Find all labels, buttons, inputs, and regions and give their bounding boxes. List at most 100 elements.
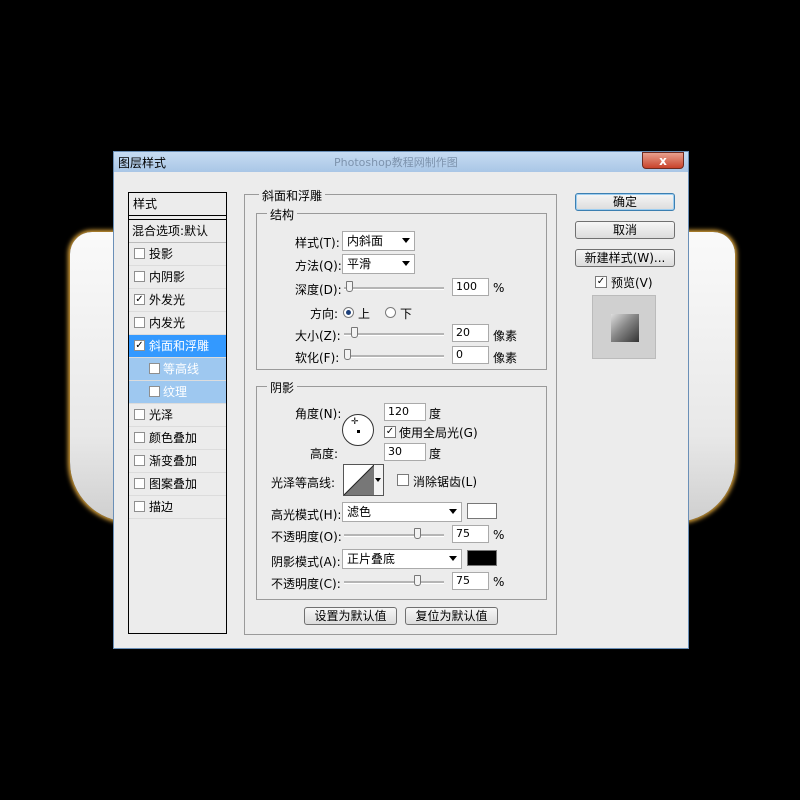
style-list-header[interactable]: 样式 (129, 193, 226, 216)
shadow-opacity-thumb[interactable] (414, 575, 421, 586)
angle-label: 角度(N): (295, 407, 342, 421)
gloss-contour-picker[interactable] (343, 464, 375, 496)
style-item-label: 纹理 (163, 385, 188, 399)
style-item-label: 斜面和浮雕 (149, 339, 210, 353)
style-item-checkbox[interactable] (149, 363, 160, 374)
style-item-label: 图案叠加 (149, 477, 198, 491)
new-style-button[interactable]: 新建样式(W)... (575, 249, 675, 267)
style-item-checkbox[interactable]: ✓ (134, 340, 145, 351)
gloss-contour-label: 光泽等高线: (271, 476, 336, 490)
direction-up-label: 上 (358, 307, 371, 321)
highlight-mode-select[interactable]: 滤色 (342, 502, 462, 522)
angle-unit: 度 (429, 407, 442, 421)
contour-curve-icon (344, 465, 374, 495)
ok-button[interactable]: 确定 (575, 193, 675, 211)
style-list-item[interactable]: 描边 (129, 496, 226, 519)
altitude-unit: 度 (429, 447, 442, 461)
shadow-opacity-input[interactable]: 75 (452, 572, 489, 590)
soften-slider[interactable] (344, 349, 444, 360)
technique-select[interactable]: 平滑 (342, 254, 415, 274)
style-item-label: 颜色叠加 (149, 431, 198, 445)
preview-checkbox[interactable]: ✓ (595, 276, 607, 288)
highlight-mode-label: 高光模式(H): (271, 508, 342, 522)
style-list-item[interactable]: 图案叠加 (129, 473, 226, 496)
chevron-down-icon (402, 261, 410, 266)
style-label: 样式(T): (295, 236, 340, 250)
style-list-item[interactable]: 内阴影 (129, 266, 226, 289)
highlight-opacity-label: 不透明度(O): (271, 530, 342, 544)
highlight-opacity-input[interactable]: 75 (452, 525, 489, 543)
dial-center-dot (357, 430, 360, 433)
crosshair-icon: ✛ (351, 417, 359, 427)
style-item-checkbox[interactable] (134, 478, 145, 489)
style-item-label: 光泽 (149, 408, 174, 422)
style-list-item[interactable]: 颜色叠加 (129, 427, 226, 450)
style-item-checkbox[interactable] (134, 455, 145, 466)
title-bar[interactable]: 图层样式 Photoshop教程网制作图 x (114, 152, 688, 172)
style-item-checkbox[interactable] (134, 248, 145, 259)
global-light-label: 使用全局光(G) (399, 426, 478, 440)
make-default-button[interactable]: 设置为默认值 (304, 607, 397, 625)
depth-slider-thumb[interactable] (346, 281, 353, 292)
shading-title: 阴影 (267, 379, 298, 396)
shadow-opacity-unit: % (493, 575, 505, 589)
shadow-opacity-slider[interactable] (344, 575, 444, 586)
style-list-item[interactable]: 投影 (129, 243, 226, 266)
soften-slider-thumb[interactable] (344, 349, 351, 360)
bevel-style-select[interactable]: 内斜面 (342, 231, 415, 251)
highlight-color-swatch[interactable] (467, 503, 497, 519)
close-button[interactable]: x (642, 152, 684, 169)
style-item-checkbox[interactable] (134, 317, 145, 328)
shadow-color-swatch[interactable] (467, 550, 497, 566)
highlight-opacity-thumb[interactable] (414, 528, 421, 539)
depth-slider[interactable] (344, 281, 444, 292)
highlight-opacity-slider[interactable] (344, 528, 444, 539)
global-light-checkbox[interactable]: ✓ (384, 426, 396, 438)
dialog-title: 图层样式 (118, 156, 167, 170)
altitude-input[interactable]: 30 (384, 443, 426, 461)
shadow-mode-select[interactable]: 正片叠底 (342, 549, 462, 569)
direction-down-label: 下 (400, 307, 413, 321)
angle-input[interactable]: 120 (384, 403, 426, 421)
style-item-checkbox[interactable]: ✓ (134, 294, 145, 305)
soften-label: 软化(F): (295, 351, 340, 365)
size-slider-thumb[interactable] (351, 327, 358, 338)
depth-input[interactable]: 100 (452, 278, 489, 296)
style-item-label: 内阴影 (149, 270, 186, 284)
style-item-checkbox[interactable] (134, 271, 145, 282)
style-item-label: 等高线 (163, 362, 200, 376)
depth-label: 深度(D): (295, 283, 342, 297)
reset-default-button[interactable]: 复位为默认值 (405, 607, 498, 625)
altitude-label: 高度: (310, 447, 339, 461)
technique-label: 方法(Q): (295, 259, 342, 273)
style-item-checkbox[interactable] (134, 501, 145, 512)
style-item-checkbox[interactable] (149, 386, 160, 397)
size-input[interactable]: 20 (452, 324, 489, 342)
style-list-item[interactable]: 内发光 (129, 312, 226, 335)
style-list-item[interactable]: 光泽 (129, 404, 226, 427)
cancel-button[interactable]: 取消 (575, 221, 675, 239)
size-slider[interactable] (344, 327, 444, 338)
style-list-item[interactable]: ✓ 外发光 (129, 289, 226, 312)
soften-input[interactable]: 0 (452, 346, 489, 364)
shadow-mode-label: 阴影模式(A): (271, 555, 341, 569)
antialias-checkbox[interactable] (397, 474, 409, 486)
direction-down-radio[interactable] (385, 307, 396, 318)
direction-up-radio[interactable] (343, 307, 354, 318)
style-item-label: 外发光 (149, 293, 186, 307)
style-list-item[interactable]: ✓ 斜面和浮雕 (129, 335, 226, 358)
style-list-item[interactable]: 渐变叠加 (129, 450, 226, 473)
style-item-checkbox[interactable] (134, 409, 145, 420)
blending-options-item[interactable]: 混合选项:默认 (129, 219, 226, 243)
direction-label: 方向: (310, 307, 339, 321)
style-list-item[interactable]: 等高线 (129, 358, 226, 381)
style-item-checkbox[interactable] (134, 432, 145, 443)
structure-title: 结构 (267, 206, 298, 223)
style-list-item[interactable]: 纹理 (129, 381, 226, 404)
bevel-emboss-title: 斜面和浮雕 (259, 187, 326, 204)
highlight-opacity-unit: % (493, 528, 505, 542)
angle-dial[interactable]: ✛ (342, 414, 374, 446)
style-item-label: 描边 (149, 500, 174, 514)
contour-dropdown-button[interactable] (374, 464, 384, 496)
background-window-title: Photoshop教程网制作图 (334, 156, 458, 169)
